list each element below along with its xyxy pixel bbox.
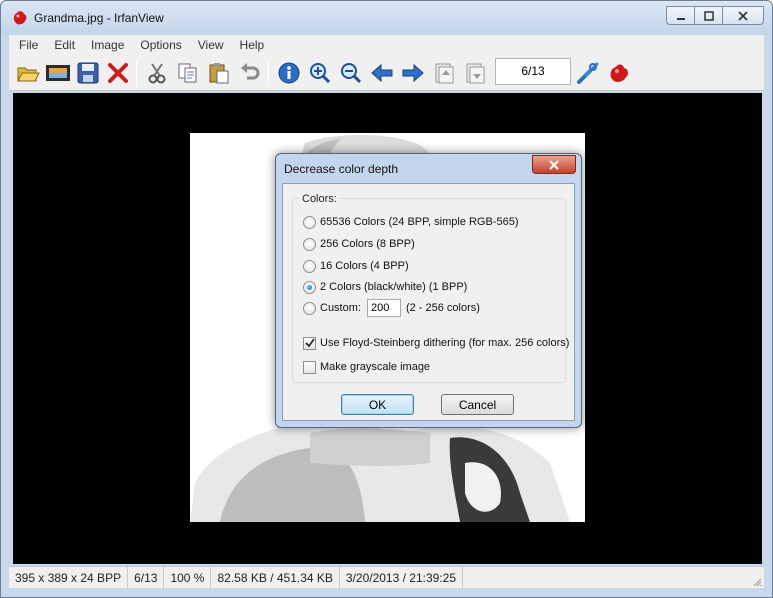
menu-image[interactable]: Image bbox=[83, 38, 132, 52]
last-page-button[interactable] bbox=[462, 60, 488, 86]
open-folder-icon bbox=[17, 67, 40, 82]
minimize-button[interactable] bbox=[666, 6, 694, 25]
paste-button[interactable] bbox=[206, 60, 232, 86]
menu-help[interactable]: Help bbox=[232, 38, 273, 52]
colors-group-label: Colors: bbox=[300, 193, 339, 205]
irfanview-app-icon bbox=[11, 9, 29, 27]
toolbar-separator bbox=[136, 60, 137, 86]
option-65536-colors[interactable]: 65536 Colors (24 BPP, simple RGB-565) bbox=[303, 214, 519, 230]
radio-256-colors[interactable] bbox=[303, 237, 316, 251]
dithering-label: Use Floyd-Steinberg dithering (for max. … bbox=[320, 337, 570, 349]
previous-button[interactable] bbox=[369, 60, 395, 86]
dialog-body: Colors: 65536 Colors (24 BPP, simple RGB… bbox=[282, 183, 575, 421]
custom-colors-input[interactable] bbox=[366, 299, 401, 317]
minimize-icon bbox=[676, 17, 685, 20]
grayscale-checkbox[interactable] bbox=[303, 360, 316, 374]
option-2-colors[interactable]: 2 Colors (black/white) (1 BPP) bbox=[303, 279, 467, 295]
option-256-colors-label: 256 Colors (8 BPP) bbox=[320, 238, 415, 250]
option-custom[interactable]: Custom: (2 - 256 colors) bbox=[303, 299, 480, 317]
radio-16-colors[interactable] bbox=[303, 259, 316, 273]
ok-button[interactable]: OK bbox=[341, 394, 414, 415]
custom-colors-hint: (2 - 256 colors) bbox=[405, 302, 480, 314]
status-datetime: 3/20/2013 / 21:39:25 bbox=[340, 566, 463, 589]
close-button[interactable] bbox=[722, 6, 764, 25]
checkmark-icon bbox=[304, 338, 315, 348]
status-page: 6/13 bbox=[128, 566, 165, 589]
dialog-close-button[interactable] bbox=[532, 155, 576, 174]
option-2-colors-label: 2 Colors (black/white) (1 BPP) bbox=[320, 281, 468, 293]
menu-bar: File Edit Image Options View Help bbox=[9, 35, 764, 54]
menu-edit[interactable]: Edit bbox=[46, 38, 83, 52]
open-button[interactable] bbox=[15, 60, 41, 86]
previous-icon bbox=[371, 63, 393, 83]
irfanview-logo-button[interactable] bbox=[607, 60, 633, 86]
settings-icon bbox=[577, 62, 599, 84]
resize-grip-icon[interactable] bbox=[752, 576, 762, 587]
delete-icon bbox=[108, 63, 128, 83]
irfanview-logo-icon bbox=[610, 64, 629, 82]
paste-icon bbox=[209, 63, 229, 84]
decrease-color-depth-dialog: Decrease color depth Colors: 65536 Color… bbox=[275, 153, 582, 428]
maximize-icon bbox=[703, 10, 714, 21]
next-icon bbox=[402, 63, 424, 83]
grayscale-option[interactable]: Make grayscale image bbox=[303, 359, 430, 375]
cut-icon bbox=[148, 63, 166, 84]
radio-65536-colors[interactable] bbox=[303, 215, 316, 229]
title-bar[interactable]: Grandma.jpg - IrfanView bbox=[1, 1, 772, 35]
status-size: 82.58 KB / 451.34 KB bbox=[211, 566, 340, 589]
undo-icon bbox=[241, 63, 260, 80]
status-dimensions: 395 x 389 x 24 BPP bbox=[9, 566, 129, 589]
next-button[interactable] bbox=[400, 60, 426, 86]
copy-icon bbox=[178, 63, 197, 83]
save-icon bbox=[77, 62, 99, 84]
grayscale-label: Make grayscale image bbox=[320, 361, 431, 373]
status-zoom: 100 % bbox=[164, 566, 212, 589]
info-icon bbox=[278, 62, 300, 84]
cut-button[interactable] bbox=[144, 60, 170, 86]
page-counter[interactable]: 6/13 bbox=[495, 58, 571, 85]
cancel-button[interactable]: Cancel bbox=[441, 394, 514, 415]
settings-button[interactable] bbox=[575, 60, 601, 86]
menu-options[interactable]: Options bbox=[132, 38, 189, 52]
radio-2-colors[interactable] bbox=[303, 280, 316, 294]
option-16-colors[interactable]: 16 Colors (4 BPP) bbox=[303, 258, 409, 274]
dialog-title: Decrease color depth bbox=[284, 162, 399, 176]
slideshow-icon bbox=[46, 65, 70, 81]
first-page-icon bbox=[435, 63, 454, 84]
delete-button[interactable] bbox=[105, 60, 131, 86]
close-icon bbox=[738, 10, 748, 21]
copy-button[interactable] bbox=[175, 60, 201, 86]
option-custom-label: Custom: bbox=[320, 302, 361, 314]
radio-custom[interactable] bbox=[303, 301, 316, 315]
irfanview-window: Grandma.jpg - IrfanView File Edit Image … bbox=[0, 0, 773, 598]
zoom-out-button[interactable] bbox=[338, 60, 364, 86]
option-65536-colors-label: 65536 Colors (24 BPP, simple RGB-565) bbox=[320, 216, 519, 228]
caption-buttons bbox=[666, 6, 764, 26]
first-page-button[interactable] bbox=[431, 60, 457, 86]
dithering-option[interactable]: Use Floyd-Steinberg dithering (for max. … bbox=[303, 335, 569, 351]
info-button[interactable] bbox=[276, 60, 302, 86]
window-title: Grandma.jpg - IrfanView bbox=[34, 11, 164, 25]
menu-file[interactable]: File bbox=[11, 38, 46, 52]
slideshow-button[interactable] bbox=[45, 60, 71, 86]
zoom-in-icon bbox=[310, 63, 331, 84]
maximize-button[interactable] bbox=[694, 6, 722, 25]
undo-button[interactable] bbox=[237, 60, 263, 86]
option-256-colors[interactable]: 256 Colors (8 BPP) bbox=[303, 236, 415, 252]
close-icon bbox=[549, 159, 559, 170]
menu-view[interactable]: View bbox=[190, 38, 232, 52]
dithering-checkbox[interactable] bbox=[303, 336, 316, 350]
option-16-colors-label: 16 Colors (4 BPP) bbox=[320, 260, 409, 272]
toolbar: 6/13 bbox=[9, 54, 764, 91]
toolbar-separator bbox=[268, 60, 269, 86]
save-button[interactable] bbox=[75, 60, 101, 86]
last-page-icon bbox=[466, 63, 485, 84]
zoom-in-button[interactable] bbox=[307, 60, 333, 86]
status-bar: 395 x 389 x 24 BPP 6/13 100 % 82.58 KB /… bbox=[9, 566, 764, 589]
zoom-out-icon bbox=[341, 63, 362, 84]
